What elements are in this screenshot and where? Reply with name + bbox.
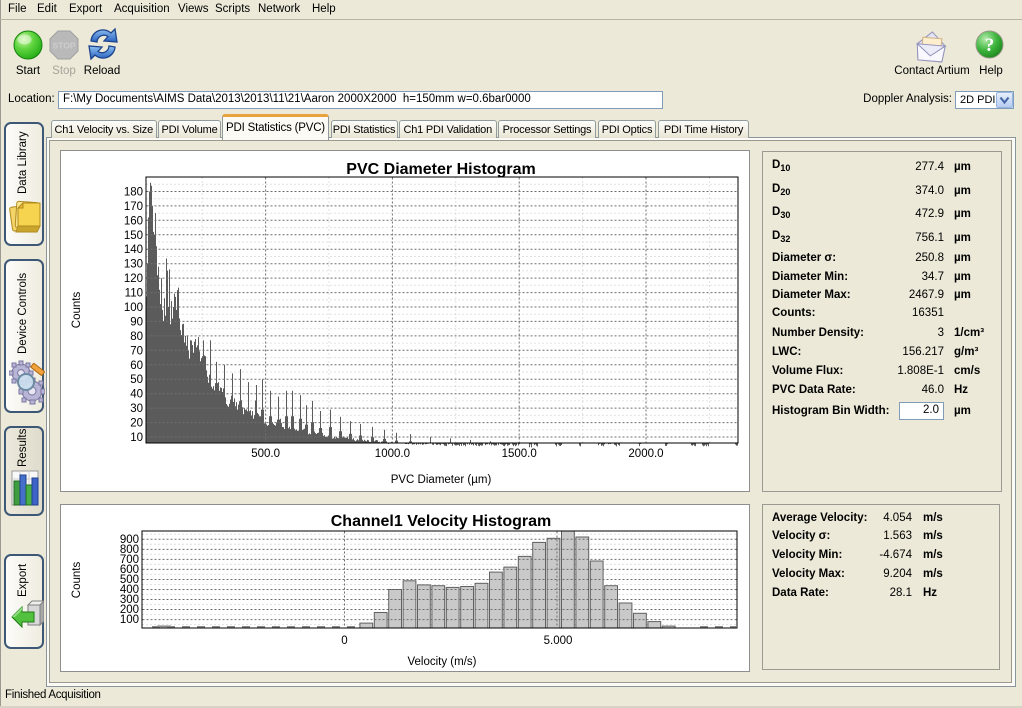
svg-text:170: 170	[124, 201, 143, 213]
svg-text:100: 100	[124, 302, 143, 314]
svg-text:PVC Diameter (µm): PVC Diameter (µm)	[391, 474, 492, 486]
svg-text:20: 20	[130, 418, 143, 430]
svg-text:90: 90	[130, 316, 143, 328]
svg-text:5.000: 5.000	[544, 635, 573, 647]
svg-text:?: ?	[985, 35, 995, 56]
svg-text:1000.0: 1000.0	[375, 448, 410, 460]
svg-text:80: 80	[130, 331, 143, 343]
svg-text:PVC Diameter Histogram: PVC Diameter Histogram	[346, 161, 535, 178]
svg-text:180: 180	[124, 187, 143, 199]
svg-text:150: 150	[124, 230, 143, 242]
svg-text:2000.0: 2000.0	[628, 448, 663, 460]
svg-text:0: 0	[341, 635, 347, 647]
svg-text:140: 140	[124, 244, 143, 256]
svg-text:120: 120	[124, 273, 143, 285]
svg-text:900: 900	[120, 534, 139, 546]
svg-text:130: 130	[124, 259, 143, 271]
svg-text:STOP: STOP	[53, 41, 76, 51]
svg-text:500.0: 500.0	[251, 448, 280, 460]
svg-text:1500.0: 1500.0	[502, 448, 537, 460]
svg-text:Counts: Counts	[71, 562, 83, 599]
svg-text:50: 50	[130, 374, 143, 386]
svg-text:Velocity (m/s): Velocity (m/s)	[407, 656, 476, 668]
svg-text:10: 10	[130, 432, 143, 444]
svg-text:Counts: Counts	[71, 292, 83, 329]
svg-text:30: 30	[130, 403, 143, 415]
svg-text:40: 40	[130, 389, 143, 401]
svg-text:110: 110	[125, 288, 143, 300]
svg-text:70: 70	[130, 345, 143, 357]
svg-text:Channel1 Velocity Histogram: Channel1 Velocity Histogram	[331, 513, 552, 530]
svg-text:160: 160	[124, 215, 143, 227]
svg-text:60: 60	[130, 360, 143, 372]
